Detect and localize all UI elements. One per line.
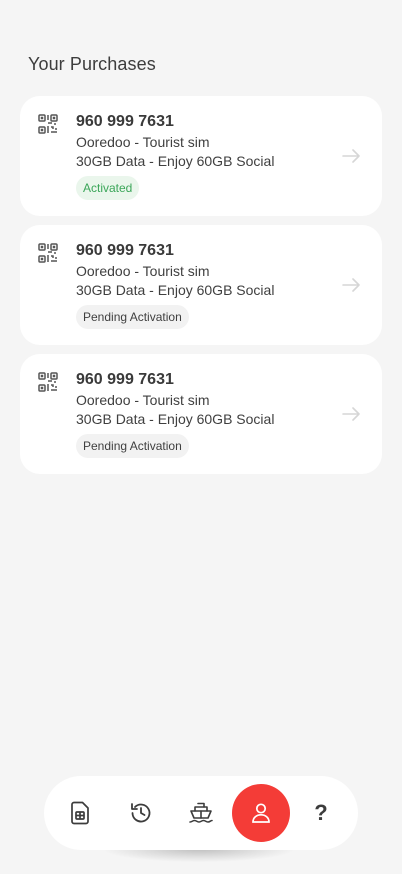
tab-history[interactable] [126,798,156,828]
bottom-tab-bar: ? [44,776,358,850]
phone-number: 960 999 7631 [76,242,174,259]
status-badge: Pending Activation [76,305,189,329]
phone-number: 960 999 7631 [76,371,174,388]
plan-details: 30GB Data - Enjoy 60GB Social [76,411,275,427]
tab-profile[interactable] [232,784,290,842]
plan-details: 30GB Data - Enjoy 60GB Social [76,153,275,169]
page-title: Your Purchases [28,54,156,74]
status-badge: Activated [76,176,140,200]
plan-details: 30GB Data - Enjoy 60GB Social [76,282,275,298]
arrow-right-icon[interactable] [342,277,360,293]
qr-code-icon [38,243,58,263]
purchase-card[interactable]: 960 999 7631 Ooredoo - Tourist sim 30GB … [20,225,382,345]
help-icon: ? [314,800,328,825]
plan-name: Ooredoo - Tourist sim [76,263,210,279]
sim-card-icon [71,801,89,825]
qr-code-icon [38,372,58,392]
tab-ship[interactable] [186,798,216,828]
tab-help[interactable]: ? [306,798,336,828]
qr-code-icon [38,114,58,134]
arrow-right-icon[interactable] [342,406,360,422]
history-icon [131,803,151,823]
phone-number: 960 999 7631 [76,113,174,130]
user-icon [252,803,270,823]
plan-name: Ooredoo - Tourist sim [76,134,210,150]
ship-icon [189,802,213,823]
purchase-card[interactable]: 960 999 7631 Ooredoo - Tourist sim 30GB … [20,96,382,216]
tab-sim[interactable] [65,798,95,828]
purchase-list: 960 999 7631 Ooredoo - Tourist sim 30GB … [20,96,382,483]
arrow-right-icon[interactable] [342,148,360,164]
status-badge: Pending Activation [76,434,189,458]
plan-name: Ooredoo - Tourist sim [76,392,210,408]
purchase-card[interactable]: 960 999 7631 Ooredoo - Tourist sim 30GB … [20,354,382,474]
